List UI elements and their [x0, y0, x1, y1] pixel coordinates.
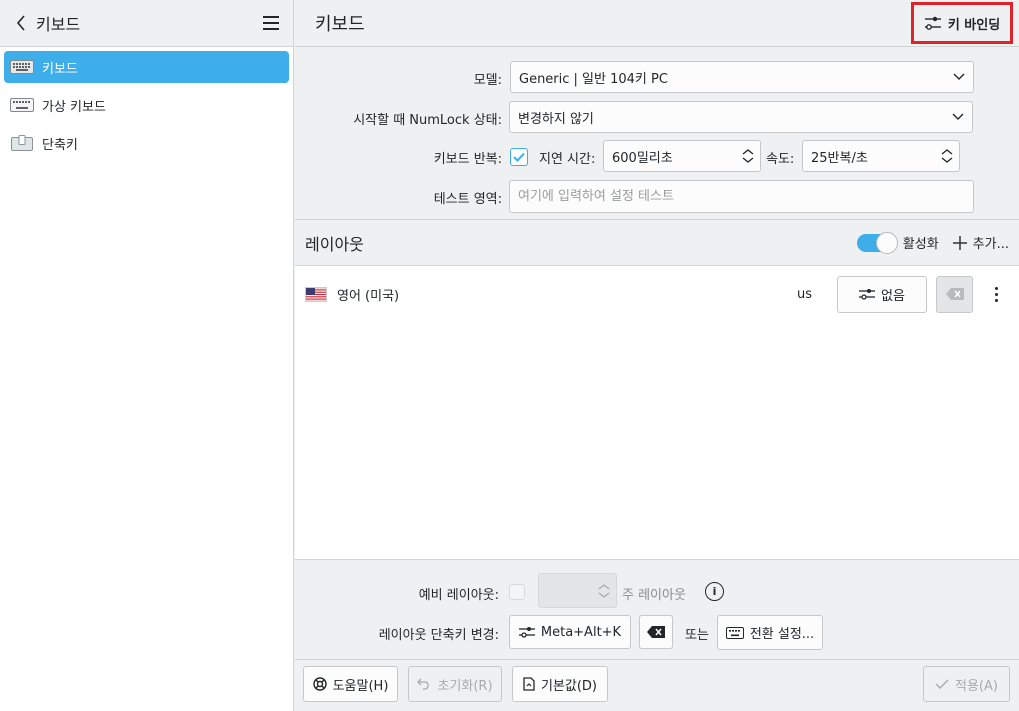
sidebar-item-label: 단축키: [42, 137, 78, 153]
model-combobox[interactable]: Generic | 일반 104키 PC: [510, 61, 974, 93]
spin-arrows-icon[interactable]: [941, 149, 953, 163]
switch-shortcut-button[interactable]: Meta+Alt+K: [509, 615, 631, 649]
defaults-button[interactable]: 기본값(D): [512, 666, 608, 702]
chevron-down-icon: [952, 113, 964, 120]
numlock-value: 변경하지 않기: [518, 111, 594, 127]
numlock-label: 시작할 때 NumLock 상태:: [353, 113, 502, 128]
speed-label: 속도:: [766, 152, 795, 167]
sidebar-nav: 키보드 가상 키보드 단축키: [0, 47, 293, 169]
virtual-keyboard-icon: [10, 97, 34, 113]
layout-name: 영어 (미국): [337, 288, 400, 304]
layouts-header: 레이아웃 활성화 추가...: [295, 220, 1019, 266]
sliders-icon: [859, 289, 876, 300]
spare-layouts-spinbox[interactable]: [538, 573, 617, 608]
reset-button[interactable]: 초기화(R): [408, 666, 502, 702]
enable-layouts-toggle[interactable]: [856, 231, 898, 254]
layout-switch-form: 예비 레이아웃: 주 레이아웃 i 레이아웃 단축키 변경: Meta+Alt+…: [295, 560, 1019, 660]
sidebar-item-label: 가상 키보드: [42, 99, 106, 115]
main-pane: 키보드 키 바인딩 모델: Generic | 일반 104키 PC 시작할 때…: [295, 0, 1019, 711]
sliders-icon: [924, 16, 941, 30]
layout-shortcut-value: 없음: [881, 288, 905, 304]
plus-icon: [952, 235, 967, 250]
sidebar-item-shortcuts[interactable]: 단축키: [4, 127, 289, 159]
clear-shortcut-button[interactable]: [936, 275, 973, 313]
page-header: 키보드 키 바인딩: [295, 0, 1019, 47]
or-label: 또는: [685, 628, 709, 643]
info-icon[interactable]: i: [705, 582, 724, 601]
document-revert-icon: [523, 677, 535, 691]
switch-settings-label: 전환 설정...: [749, 627, 815, 642]
numlock-combobox[interactable]: 변경하지 않기: [509, 101, 973, 133]
speed-spinbox[interactable]: 25반복/초: [802, 140, 960, 172]
more-options-icon[interactable]: [983, 281, 1009, 307]
add-layout-button[interactable]: 추가...: [952, 233, 1009, 252]
help-label: 도움말(H): [332, 678, 389, 694]
keyboard-icon: [725, 626, 744, 639]
delay-label: 지연 시간:: [539, 152, 596, 167]
keyboard-settings-form: 모델: Generic | 일반 104키 PC 시작할 때 NumLock 상…: [295, 47, 1019, 220]
layout-shortcut-button[interactable]: 없음: [837, 275, 927, 313]
clear-switch-shortcut-button[interactable]: [639, 615, 673, 649]
switch-shortcut-label: 레이아웃 단축키 변경:: [378, 628, 499, 643]
backspace-icon: [647, 626, 665, 638]
list-item[interactable]: 영어 (미국) us 없음: [295, 266, 1019, 322]
sidebar-item-virtual-keyboard[interactable]: 가상 키보드: [4, 89, 289, 121]
reset-label: 초기화(R): [437, 678, 493, 694]
sidebar-item-keyboard[interactable]: 키보드: [4, 51, 289, 83]
shortcuts-icon: [10, 135, 34, 151]
main-layout-label: 주 레이아웃: [622, 588, 686, 603]
chevron-left-icon: [16, 15, 25, 31]
model-value: Generic | 일반 104키 PC: [519, 71, 668, 87]
layout-list: 영어 (미국) us 없음: [295, 266, 1019, 560]
spin-arrows-icon: [598, 583, 610, 598]
us-flag-icon: [305, 286, 327, 302]
test-area-label: 테스트 영역:: [433, 192, 502, 207]
enable-label: 활성화: [902, 237, 939, 252]
defaults-label: 기본값(D): [540, 678, 598, 694]
sidebar-item-label: 키보드: [42, 61, 78, 77]
lifebuoy-icon: [312, 677, 327, 691]
keyboard-icon: [10, 59, 34, 75]
speed-value: 25반복/초: [811, 150, 868, 166]
checkmark-icon: [935, 679, 949, 689]
help-button[interactable]: 도움말(H): [303, 666, 398, 702]
add-layout-label: 추가...: [972, 237, 1009, 252]
key-bindings-label: 키 바인딩: [947, 17, 1001, 33]
sliders-icon: [518, 627, 535, 638]
layout-code: us: [797, 286, 813, 302]
switch-settings-button[interactable]: 전환 설정...: [717, 615, 823, 650]
dialog-footer: 도움말(H) 초기화(R) 기본값(D) 적용(A): [295, 660, 1019, 708]
key-bindings-button[interactable]: 키 바인딩: [911, 2, 1013, 44]
delay-value: 600밀리초: [612, 150, 673, 166]
spare-layouts-label: 예비 레이아웃:: [418, 588, 499, 603]
sidebar: 키보드 키보드 가상 키보드 단축키: [0, 0, 294, 711]
backspace-icon: [945, 288, 964, 300]
page-title: 키보드: [315, 14, 365, 35]
spin-arrows-icon[interactable]: [742, 149, 754, 163]
test-area-input[interactable]: [509, 180, 974, 213]
hamburger-menu-icon[interactable]: [259, 11, 283, 35]
undo-icon: [417, 678, 430, 690]
delay-spinbox[interactable]: 600밀리초: [603, 140, 761, 172]
model-label: 모델:: [473, 73, 502, 88]
switch-shortcut-value: Meta+Alt+K: [540, 624, 622, 640]
layouts-title: 레이아웃: [305, 234, 364, 254]
repeat-checkbox[interactable]: [510, 148, 528, 166]
chevron-down-icon: [953, 73, 965, 80]
checkmark-icon: [513, 152, 525, 162]
sidebar-header: 키보드: [0, 0, 293, 47]
apply-button[interactable]: 적용(A): [923, 666, 1010, 702]
repeat-label: 키보드 반복:: [433, 152, 502, 167]
sidebar-title: 키보드: [36, 15, 81, 34]
back-button[interactable]: [10, 12, 32, 34]
apply-label: 적용(A): [955, 678, 998, 694]
spare-layouts-checkbox[interactable]: [509, 584, 525, 600]
